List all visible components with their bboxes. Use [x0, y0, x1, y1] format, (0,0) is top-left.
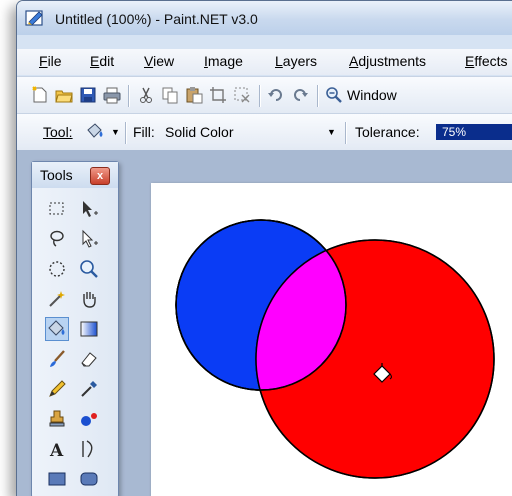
undo-icon[interactable]	[267, 86, 285, 104]
line-curve-tool-icon[interactable]	[78, 438, 100, 460]
rectangle-tool-icon[interactable]	[46, 468, 68, 490]
menu-effects[interactable]: Effects	[465, 53, 508, 69]
menu-file[interactable]: File	[39, 53, 62, 69]
menu-edit[interactable]: Edit	[90, 53, 114, 69]
menu-bar: File Edit View Image Layers Adjustments …	[17, 49, 512, 75]
fill-dropdown-arrow-icon[interactable]: ▼	[327, 127, 336, 137]
window-menu-button[interactable]: Window	[347, 87, 397, 103]
main-toolbar: Window	[17, 76, 512, 113]
pan-hand-tool-icon[interactable]	[78, 288, 100, 310]
fill-label: Fill:	[133, 124, 155, 140]
menu-layers[interactable]: Layers	[275, 53, 317, 69]
toolbar-separator	[345, 122, 347, 144]
cut-icon[interactable]	[137, 86, 155, 104]
paint-bucket-tool-button[interactable]	[45, 317, 69, 341]
title-bar[interactable]: Untitled (100%) - Paint.NET v3.0	[17, 1, 512, 35]
text-tool-icon[interactable]: A	[46, 438, 68, 460]
clone-stamp-tool-icon[interactable]	[46, 408, 68, 430]
toolbar-separator	[128, 85, 130, 107]
toolbar-separator	[125, 122, 127, 144]
toolbar-separator	[317, 85, 319, 107]
workspace: Tools x A	[17, 150, 512, 496]
deselect-icon[interactable]	[233, 86, 251, 104]
paintnet-app-icon	[25, 10, 43, 26]
eraser-tool-icon[interactable]	[78, 348, 100, 370]
print-icon[interactable]	[103, 86, 121, 104]
svg-text:A: A	[49, 441, 64, 460]
paint-bucket-icon[interactable]	[85, 122, 107, 142]
tools-panel-header[interactable]: Tools x	[32, 162, 118, 188]
new-file-icon[interactable]	[31, 86, 49, 104]
tools-panel: Tools x A	[31, 161, 119, 496]
color-picker-tool-icon[interactable]	[78, 378, 100, 400]
lasso-select-tool-icon[interactable]	[46, 228, 68, 250]
rectangle-select-tool-icon[interactable]	[46, 198, 68, 220]
zoom-tool-icon[interactable]	[78, 258, 100, 280]
toolbar-separator	[259, 85, 261, 107]
open-folder-icon[interactable]	[55, 86, 73, 104]
paint-bucket-tool-icon	[48, 320, 65, 336]
pencil-tool-icon[interactable]	[46, 378, 68, 400]
canvas-drawing	[175, 219, 495, 479]
menu-adjustments[interactable]: Adjustments	[349, 53, 426, 69]
window-title: Untitled (100%) - Paint.NET v3.0	[55, 11, 258, 27]
zoom-icon[interactable]	[325, 86, 343, 104]
move-selected-pixels-tool-icon[interactable]	[78, 228, 100, 250]
tool-label: Tool:	[43, 124, 73, 140]
ellipse-select-tool-icon[interactable]	[46, 258, 68, 280]
copy-icon[interactable]	[161, 86, 179, 104]
paintbrush-tool-icon[interactable]	[46, 348, 68, 370]
redo-icon[interactable]	[291, 86, 309, 104]
move-selection-tool-icon[interactable]	[78, 198, 100, 220]
tools-close-button[interactable]: x	[90, 167, 110, 185]
app-window: Untitled (100%) - Paint.NET v3.0 File Ed…	[16, 0, 512, 496]
image-canvas[interactable]	[151, 183, 512, 496]
rounded-rectangle-tool-icon[interactable]	[78, 468, 100, 490]
magic-wand-tool-icon[interactable]	[46, 288, 68, 310]
menu-view[interactable]: View	[144, 53, 174, 69]
gradient-tool-icon[interactable]	[78, 318, 100, 340]
paste-icon[interactable]	[185, 86, 203, 104]
tolerance-slider[interactable]: 75%	[436, 124, 512, 140]
save-icon[interactable]	[79, 86, 97, 104]
crop-to-selection-icon[interactable]	[209, 86, 227, 104]
menu-image[interactable]: Image	[204, 53, 243, 69]
tolerance-label: Tolerance:	[355, 124, 420, 140]
tools-panel-title: Tools	[40, 167, 73, 183]
tool-dropdown-arrow-icon[interactable]: ▼	[111, 127, 120, 137]
recolor-tool-icon[interactable]	[78, 408, 100, 430]
fill-mode-select[interactable]: Solid Color	[165, 124, 233, 140]
